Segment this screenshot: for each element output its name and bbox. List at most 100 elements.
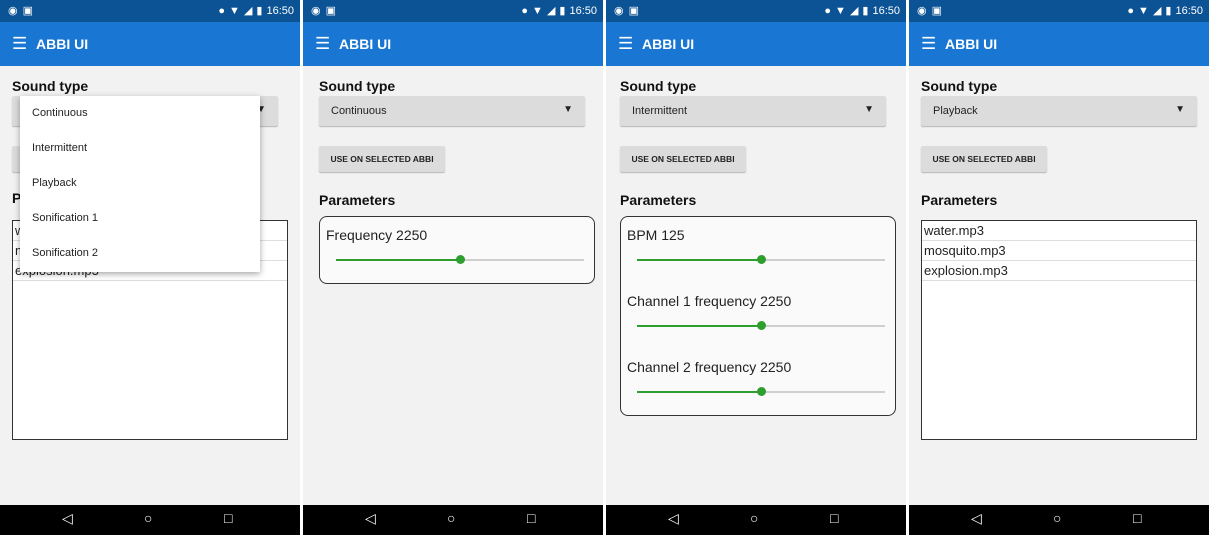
sound-type-heading: Sound type [620,78,697,94]
recent-square-icon[interactable]: □ [1133,511,1141,525]
battery-icon: ▮ [256,5,263,17]
screens-strip: ◉▣ ●▼◢▮16:50 ☰ ABBI UI Sound type ▼ P w … [0,0,1209,535]
status-bar: ◉ ▣ ● ▼ ◢ ▮ 16:50 [0,0,300,22]
app-bar: ☰ ABBI UI [0,22,300,66]
slider-fill [336,259,460,261]
list-item[interactable]: mosquito.mp3 [922,241,1196,261]
home-circle-icon[interactable]: ○ [1053,511,1061,525]
channel-2-frequency-slider[interactable] [637,387,885,396]
file-list[interactable]: water.mp3 mosquito.mp3 explosion.mp3 [921,220,1197,440]
battery-icon: ▮ [862,5,869,17]
home-circle-icon[interactable]: ○ [144,511,152,525]
dnd-icon: ● [521,4,529,17]
battery-icon: ▮ [1165,5,1172,17]
app-notification-icon: ◉ [8,5,18,17]
signal-icon: ◢ [849,5,859,17]
hamburger-icon[interactable]: ☰ [921,35,936,52]
dropdown-option-sonification-2[interactable]: Sonification 2 [20,236,260,271]
list-item[interactable]: explosion.mp3 [922,261,1196,281]
hamburger-icon[interactable]: ☰ [315,35,330,52]
app-bar: ☰ ABBI UI [303,22,603,66]
frequency-slider[interactable] [336,255,584,264]
nav-bar: ◁ ○ □ [303,505,603,535]
sound-type-spinner[interactable]: Continuous ▼ [319,96,585,126]
app-title: ABBI UI [36,36,89,52]
hamburger-icon[interactable]: ☰ [12,35,27,52]
param-channel-2-frequency: Channel 2 frequency 2250 [621,349,895,415]
hamburger-icon[interactable]: ☰ [618,35,633,52]
use-on-selected-button[interactable]: USE ON SELECTED ABBI [319,146,445,172]
screen-2: ◉ ▣ ● ▼ ◢ ▮ 16:50 ☰ ABBI UI Sound type Contin… [303,0,603,535]
slider-thumb[interactable] [757,387,766,396]
param-label: Frequency 2250 [326,227,428,243]
slider-thumb[interactable] [757,255,766,264]
param-channel-1-frequency: Channel 1 frequency 2250 [621,283,895,349]
screen-1: ◉▣ ●▼◢▮16:50 ☰ ABBI UI Sound type ▼ P w … [0,0,300,535]
dropdown-option-sonification-1[interactable]: Sonification 1 [20,201,260,236]
nav-bar: ◁ ○ □ [606,505,906,535]
image-notification-icon: ▣ [22,5,34,17]
spinner-selected-value: Playback [933,105,978,117]
screen-4: ◉ ▣ ● ▼ ◢ ▮ 16:50 ☰ ABBI UI Sound type Playba… [909,0,1209,535]
dnd-icon: ● [218,4,226,17]
dropdown-caret-icon: ▼ [864,104,874,115]
dnd-icon: ● [1127,4,1135,17]
channel-1-frequency-slider[interactable] [637,321,885,330]
status-bar: ◉ ▣ ● ▼ ◢ ▮ 16:50 [909,0,1209,22]
home-circle-icon[interactable]: ○ [750,511,758,525]
bpm-slider[interactable] [637,255,885,264]
image-notification-icon: ▣ [628,5,640,17]
slider-thumb[interactable] [757,321,766,330]
recent-square-icon[interactable]: □ [224,511,232,525]
back-triangle-icon[interactable]: ◁ [971,511,982,525]
parameters-heading: Parameters [620,192,697,208]
sound-type-dropdown-menu: Continuous Intermittent Playback Sonific… [20,96,260,272]
app-bar: ☰ ABBI UI [909,22,1209,66]
spinner-selected-value: Continuous [331,105,387,117]
recent-square-icon[interactable]: □ [830,511,838,525]
signal-icon: ◢ [243,5,253,17]
use-on-selected-button[interactable]: USE ON SELECTED ABBI [620,146,746,172]
sound-type-heading: Sound type [921,78,998,94]
app-title: ABBI UI [945,36,998,52]
param-label: BPM 125 [627,227,685,243]
slider-fill [637,259,761,261]
dropdown-option-continuous[interactable]: Continuous [20,96,260,131]
nav-bar: ◁ ○ □ [909,505,1209,535]
param-label: Channel 1 frequency 2250 [627,293,792,309]
wifi-icon: ▼ [1138,4,1149,17]
dnd-icon: ● [824,4,832,17]
list-item[interactable]: water.mp3 [922,221,1196,241]
param-frequency: Frequency 2250 [320,217,594,283]
status-time: 16:50 [266,4,294,17]
status-time: 16:50 [872,4,900,17]
parameters-heading: Parameters [921,192,998,208]
back-triangle-icon[interactable]: ◁ [365,511,376,525]
wifi-icon: ▼ [532,4,543,17]
param-label: Channel 2 frequency 2250 [627,359,792,375]
dropdown-caret-icon: ▼ [563,104,573,115]
use-on-selected-button[interactable]: USE ON SELECTED ABBI [921,146,1047,172]
back-triangle-icon[interactable]: ◁ [668,511,679,525]
slider-fill [637,391,761,393]
param-bpm: BPM 125 [621,217,895,283]
wifi-icon: ▼ [229,4,240,17]
app-bar: ☰ ABBI UI [606,22,906,66]
sound-type-heading: Sound type [319,78,396,94]
signal-icon: ◢ [1152,5,1162,17]
parameters-heading: Parameters [319,192,396,208]
sound-type-spinner[interactable]: Intermittent ▼ [620,96,886,126]
home-circle-icon[interactable]: ○ [447,511,455,525]
image-notification-icon: ▣ [931,5,943,17]
recent-square-icon[interactable]: □ [527,511,535,525]
content: Sound type Continuous ▼ USE ON SELECTED … [303,66,603,506]
app-notification-icon: ◉ [311,5,321,17]
dropdown-option-playback[interactable]: Playback [20,166,260,201]
slider-fill [637,325,761,327]
back-triangle-icon[interactable]: ◁ [62,511,73,525]
slider-thumb[interactable] [456,255,465,264]
screen-3: ◉ ▣ ● ▼ ◢ ▮ 16:50 ☰ ABBI UI Sound type Interm… [606,0,906,535]
parameters-panel: BPM 125 Channel 1 frequency 2250 Channel… [620,216,896,416]
sound-type-spinner[interactable]: Playback ▼ [921,96,1197,126]
dropdown-option-intermittent[interactable]: Intermittent [20,131,260,166]
